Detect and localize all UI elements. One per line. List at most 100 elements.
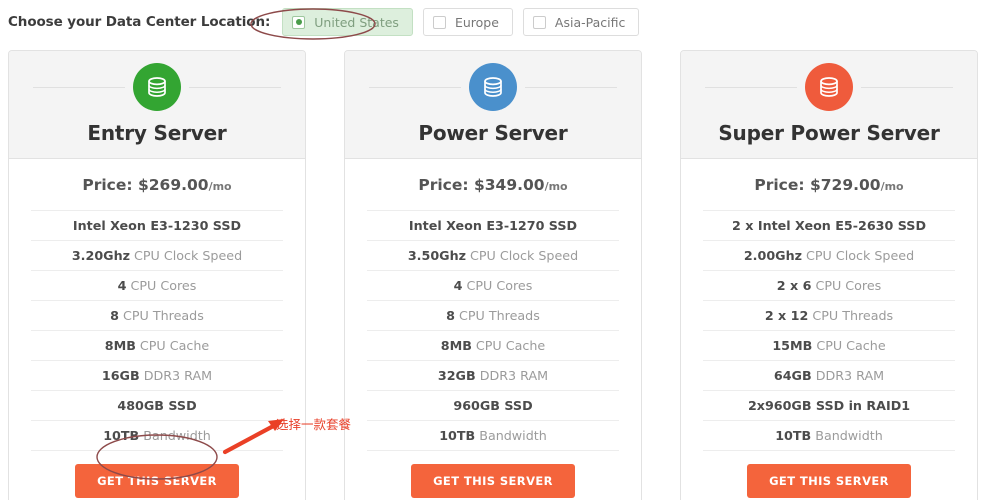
spec-row: 8MB CPU Cache xyxy=(31,330,283,360)
spec-label: CPU Threads xyxy=(454,308,540,323)
pricing-card-power-server: Power Server Price: $349.00/mo Intel Xeo… xyxy=(344,50,642,500)
cta-wrap: GET THIS SERVER xyxy=(703,450,955,500)
plan-price: Price: $729.00/mo xyxy=(703,159,955,210)
spec-value: Intel Xeon E3-1270 SSD xyxy=(408,218,578,233)
price-amount: Price: $729.00 xyxy=(754,176,881,194)
plan-title: Power Server xyxy=(418,121,568,145)
divider-right xyxy=(525,86,617,88)
cta-wrap: GET THIS SERVER xyxy=(31,450,283,500)
database-stack-icon xyxy=(805,63,853,111)
location-option-label: United States xyxy=(314,14,399,30)
plan-title: Entry Server xyxy=(87,121,227,145)
spec-row: 480GB SSD xyxy=(31,390,283,420)
spec-value: 8MB xyxy=(104,338,136,353)
spec-value: 960GB SSD xyxy=(453,398,533,413)
get-this-server-button[interactable]: GET THIS SERVER xyxy=(411,464,575,498)
spec-label: CPU Clock Speed xyxy=(802,248,915,263)
spec-value: 8 xyxy=(110,308,119,323)
spec-row: 8MB CPU Cache xyxy=(367,330,619,360)
spec-row: Intel Xeon E3-1270 SSD xyxy=(367,210,619,240)
card-header: Power Server xyxy=(345,51,641,159)
spec-label: CPU Cache xyxy=(135,338,210,353)
card-body: Price: $349.00/mo Intel Xeon E3-1270 SSD… xyxy=(345,159,641,500)
spec-value: 8 xyxy=(446,308,455,323)
spec-row: 4 CPU Cores xyxy=(367,270,619,300)
spec-value: 15MB xyxy=(772,338,813,353)
icon-row xyxy=(345,63,641,111)
spec-value: 10TB xyxy=(103,428,140,443)
spec-label: DDR3 RAM xyxy=(475,368,549,383)
plan-price: Price: $269.00/mo xyxy=(31,159,283,210)
plan-title: Super Power Server xyxy=(718,121,940,145)
spec-label: Bandwidth xyxy=(139,428,211,443)
spec-value: 16GB xyxy=(101,368,140,383)
spec-row: 32GB DDR3 RAM xyxy=(367,360,619,390)
pricing-card-entry-server: Entry Server Price: $269.00/mo Intel Xeo… xyxy=(8,50,306,500)
spec-value: 10TB xyxy=(775,428,812,443)
location-label: Choose your Data Center Location: xyxy=(8,14,271,30)
spec-row: 2 x Intel Xeon E5-2630 SSD xyxy=(703,210,955,240)
location-option-europe[interactable]: Europe xyxy=(422,8,513,36)
spec-row: 960GB SSD xyxy=(367,390,619,420)
get-this-server-button[interactable]: GET THIS SERVER xyxy=(747,464,911,498)
spec-label: CPU Cores xyxy=(126,278,197,293)
spec-row: 3.20Ghz CPU Clock Speed xyxy=(31,240,283,270)
location-option-united-states[interactable]: United States xyxy=(282,8,413,36)
spec-label: CPU Cache xyxy=(471,338,546,353)
price-amount: Price: $349.00 xyxy=(418,176,545,194)
spec-row: 10TB Bandwidth xyxy=(31,420,283,450)
spec-row: 8 CPU Threads xyxy=(367,300,619,330)
spec-row: 4 CPU Cores xyxy=(31,270,283,300)
cta-wrap: GET THIS SERVER xyxy=(367,450,619,500)
spec-value: 2 x 12 xyxy=(764,308,809,323)
spec-label: CPU Threads xyxy=(118,308,204,323)
spec-value: 64GB xyxy=(773,368,812,383)
spec-row: 15MB CPU Cache xyxy=(703,330,955,360)
radio-checked-icon xyxy=(292,15,306,29)
spec-row: 10TB Bandwidth xyxy=(703,420,955,450)
get-this-server-button[interactable]: GET THIS SERVER xyxy=(75,464,239,498)
location-option-label: Europe xyxy=(454,14,499,30)
database-stack-icon xyxy=(469,63,517,111)
pricing-cards: Entry Server Price: $269.00/mo Intel Xeo… xyxy=(8,50,979,500)
icon-row xyxy=(681,63,977,111)
pricing-card-super-power-server: Super Power Server Price: $729.00/mo 2 x… xyxy=(680,50,978,500)
spec-label: CPU Threads xyxy=(808,308,894,323)
price-period: /mo xyxy=(880,180,904,193)
spec-value: 10TB xyxy=(439,428,476,443)
plan-price: Price: $349.00/mo xyxy=(367,159,619,210)
price-period: /mo xyxy=(544,180,568,193)
spec-label: Bandwidth xyxy=(475,428,547,443)
location-option-asia-pacific[interactable]: Asia-Pacific xyxy=(522,8,640,36)
spec-row: 64GB DDR3 RAM xyxy=(703,360,955,390)
spec-value: 2x960GB SSD in RAID1 xyxy=(747,398,911,413)
spec-value: Intel Xeon E3-1230 SSD xyxy=(72,218,242,233)
radio-unchecked-icon xyxy=(432,15,446,29)
divider-left xyxy=(369,86,461,88)
spec-row: Intel Xeon E3-1230 SSD xyxy=(31,210,283,240)
spec-row: 16GB DDR3 RAM xyxy=(31,360,283,390)
spec-label: Bandwidth xyxy=(811,428,883,443)
divider-right xyxy=(861,86,953,88)
spec-label: CPU Cores xyxy=(462,278,533,293)
spec-label: DDR3 RAM xyxy=(811,368,885,383)
location-option-label: Asia-Pacific xyxy=(554,14,626,30)
price-period: /mo xyxy=(208,180,232,193)
spec-label: CPU Cores xyxy=(811,278,882,293)
spec-value: 32GB xyxy=(437,368,476,383)
annotation-note: 选择一款套餐 xyxy=(276,417,352,432)
spec-label: CPU Cache xyxy=(812,338,886,353)
divider-left xyxy=(705,86,797,88)
spec-value: 2 x 6 xyxy=(776,278,812,293)
database-stack-icon xyxy=(133,63,181,111)
datacenter-location-selector: Choose your Data Center Location: United… xyxy=(0,0,987,44)
spec-row: 3.50Ghz CPU Clock Speed xyxy=(367,240,619,270)
spec-row: 2 x 6 CPU Cores xyxy=(703,270,955,300)
spec-row: 8 CPU Threads xyxy=(31,300,283,330)
card-body: Price: $729.00/mo 2 x Intel Xeon E5-2630… xyxy=(681,159,977,500)
spec-value: 480GB SSD xyxy=(117,398,197,413)
spec-value: 2.00Ghz xyxy=(743,248,802,263)
card-body: Price: $269.00/mo Intel Xeon E3-1230 SSD… xyxy=(9,159,305,500)
spec-row: 2.00Ghz CPU Clock Speed xyxy=(703,240,955,270)
icon-row xyxy=(9,63,305,111)
